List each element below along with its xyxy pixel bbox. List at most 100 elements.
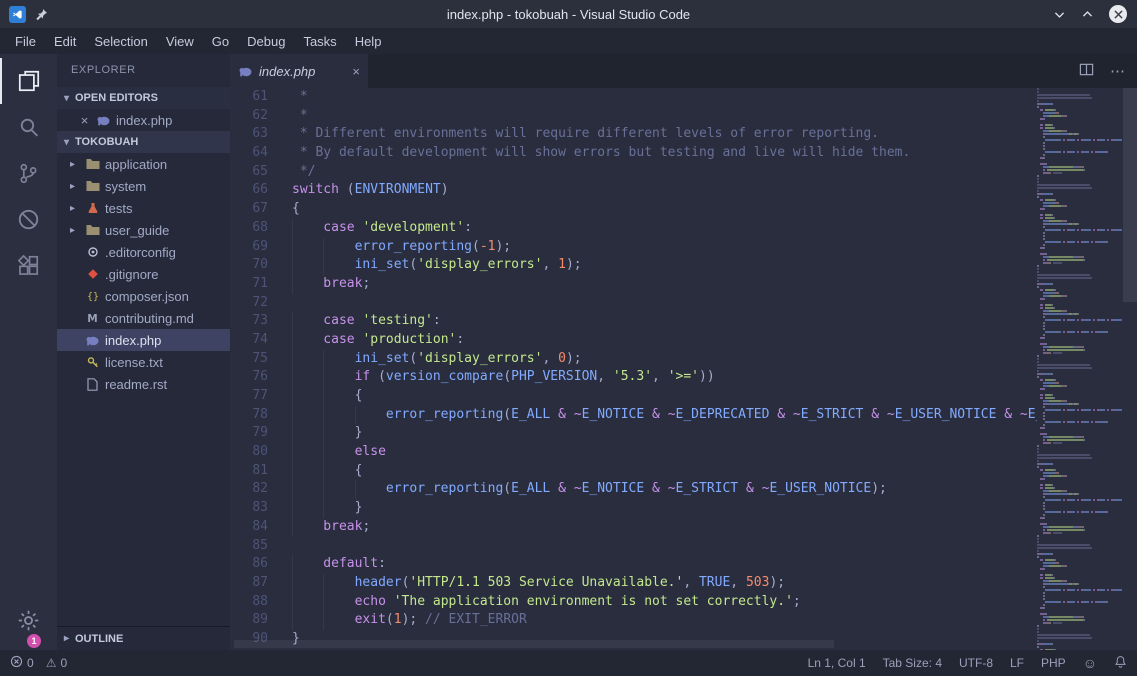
minimize-button[interactable] xyxy=(1053,8,1066,21)
outline-header[interactable]: ▸ OUTLINE xyxy=(57,626,230,650)
pin-icon[interactable] xyxy=(35,8,48,21)
code-line-64[interactable]: 64 * By default development will show er… xyxy=(230,144,1037,163)
code-line-61[interactable]: 61 * xyxy=(230,88,1037,107)
folder-item-system[interactable]: ▸system xyxy=(57,175,230,197)
file-item-.gitignore[interactable]: .gitignore xyxy=(57,263,230,285)
code-line-82[interactable]: 82 error_reporting(E_ALL & ~E_NOTICE & ~… xyxy=(230,480,1037,499)
code-editor[interactable]: 61 *62 *63 * Different environments will… xyxy=(230,88,1037,650)
code-line-62[interactable]: 62 * xyxy=(230,107,1037,126)
status-cursor-position[interactable]: Ln 1, Col 1 xyxy=(808,656,866,670)
code-line-72[interactable]: 72 xyxy=(230,294,1037,313)
file-item-index.php[interactable]: index.php xyxy=(57,329,230,351)
code-line-88[interactable]: 88 echo 'The application environment is … xyxy=(230,593,1037,612)
indent-guide xyxy=(323,574,354,593)
code-line-77[interactable]: 77 { xyxy=(230,387,1037,406)
problems-warnings[interactable]: ⚠ 0 xyxy=(46,656,67,670)
minimap-line xyxy=(1037,607,1123,609)
minimap-line xyxy=(1037,334,1123,336)
workspace-header[interactable]: ▾ TOKOBUAH xyxy=(57,131,230,153)
folder-item-application[interactable]: ▸application xyxy=(57,153,230,175)
code-line-73[interactable]: 73 case 'testing': xyxy=(230,312,1037,331)
maximize-button[interactable] xyxy=(1081,8,1094,21)
code-line-81[interactable]: 81 { xyxy=(230,462,1037,481)
tab-index-php[interactable]: index.php × xyxy=(230,54,368,88)
warning-count: 0 xyxy=(60,656,67,670)
more-actions-icon[interactable]: ⋯ xyxy=(1110,62,1125,80)
feedback-smiley-icon[interactable]: ☺ xyxy=(1083,655,1097,671)
code-line-87[interactable]: 87 header('HTTP/1.1 503 Service Unavaila… xyxy=(230,574,1037,593)
minimap-line xyxy=(1037,163,1123,165)
indent-guide xyxy=(292,219,323,238)
activity-explorer-icon[interactable] xyxy=(0,58,57,104)
minimap-line xyxy=(1037,427,1123,429)
status-encoding[interactable]: UTF-8 xyxy=(959,656,993,670)
status-eol[interactable]: LF xyxy=(1010,656,1024,670)
code-line-75[interactable]: 75 ini_set('display_errors', 0); xyxy=(230,350,1037,369)
minimap-line xyxy=(1037,433,1123,435)
vertical-scrollbar[interactable] xyxy=(1123,88,1137,302)
minimap-line xyxy=(1037,166,1123,168)
code-line-85[interactable]: 85 xyxy=(230,537,1037,556)
settings-gear-icon[interactable] xyxy=(0,600,57,640)
code-line-74[interactable]: 74 case 'production': xyxy=(230,331,1037,350)
indent-guide xyxy=(292,368,323,387)
menu-bar: FileEditSelectionViewGoDebugTasksHelp xyxy=(0,28,1137,54)
activity-search-icon[interactable] xyxy=(0,104,57,150)
code-line-63[interactable]: 63 * Different environments will require… xyxy=(230,125,1037,144)
minimap-line xyxy=(1037,208,1123,210)
minimap-line xyxy=(1037,277,1123,279)
code-line-68[interactable]: 68 case 'development': xyxy=(230,219,1037,238)
status-tab-size[interactable]: Tab Size: 4 xyxy=(883,656,942,670)
code-line-70[interactable]: 70 ini_set('display_errors', 1); xyxy=(230,256,1037,275)
line-number: 62 xyxy=(230,107,292,126)
minimap[interactable] xyxy=(1037,88,1123,650)
problems-errors[interactable]: 0 xyxy=(10,655,34,671)
folder-item-tests[interactable]: ▸tests xyxy=(57,197,230,219)
menu-edit[interactable]: Edit xyxy=(45,31,85,52)
open-editor-item-index.php[interactable]: ×index.php xyxy=(57,109,230,131)
menu-go[interactable]: Go xyxy=(203,31,238,52)
menu-debug[interactable]: Debug xyxy=(238,31,294,52)
activity-source-control-icon[interactable] xyxy=(0,150,57,196)
menu-view[interactable]: View xyxy=(157,31,203,52)
menu-file[interactable]: File xyxy=(6,31,45,52)
code-line-66[interactable]: 66switch (ENVIRONMENT) xyxy=(230,181,1037,200)
folder-icon xyxy=(85,158,100,170)
folder-item-user_guide[interactable]: ▸user_guide xyxy=(57,219,230,241)
code-line-78[interactable]: 78 error_reporting(E_ALL & ~E_NOTICE & ~… xyxy=(230,406,1037,425)
horizontal-scrollbar[interactable] xyxy=(234,640,834,648)
close-icon[interactable]: × xyxy=(78,113,91,128)
code-line-69[interactable]: 69 error_reporting(-1); xyxy=(230,238,1037,257)
close-button[interactable] xyxy=(1109,5,1127,23)
file-item-.editorconfig[interactable]: .editorconfig xyxy=(57,241,230,263)
code-line-76[interactable]: 76 if (version_compare(PHP_VERSION, '5.3… xyxy=(230,368,1037,387)
indent-guide xyxy=(323,387,354,406)
split-editor-icon[interactable] xyxy=(1079,62,1094,81)
file-item-license.txt[interactable]: license.txt xyxy=(57,351,230,373)
file-item-contributing.md[interactable]: Mcontributing.md xyxy=(57,307,230,329)
status-language[interactable]: PHP xyxy=(1041,656,1066,670)
activity-extensions-icon[interactable] xyxy=(0,242,57,288)
minimap-line xyxy=(1037,616,1123,618)
code-line-83[interactable]: 83 } xyxy=(230,499,1037,518)
file-item-composer.json[interactable]: {}composer.json xyxy=(57,285,230,307)
menu-help[interactable]: Help xyxy=(346,31,391,52)
minimap-line xyxy=(1037,481,1123,483)
code-line-84[interactable]: 84 break; xyxy=(230,518,1037,537)
menu-tasks[interactable]: Tasks xyxy=(294,31,345,52)
activity-debug-icon[interactable] xyxy=(0,196,57,242)
minimap-line xyxy=(1037,403,1123,405)
notifications-bell-icon[interactable] xyxy=(1114,655,1127,671)
tab-close-icon[interactable]: × xyxy=(352,64,360,79)
file-item-readme.rst[interactable]: readme.rst xyxy=(57,373,230,395)
code-line-67[interactable]: 67{ xyxy=(230,200,1037,219)
code-line-86[interactable]: 86 default: xyxy=(230,555,1037,574)
open-editors-header[interactable]: ▾ OPEN EDITORS xyxy=(57,87,230,109)
code-line-89[interactable]: 89 exit(1); // EXIT_ERROR xyxy=(230,611,1037,630)
code-line-65[interactable]: 65 */ xyxy=(230,163,1037,182)
code-line-80[interactable]: 80 else xyxy=(230,443,1037,462)
code-line-71[interactable]: 71 break; xyxy=(230,275,1037,294)
menu-selection[interactable]: Selection xyxy=(85,31,156,52)
code-line-79[interactable]: 79 } xyxy=(230,424,1037,443)
minimap-line xyxy=(1037,514,1123,516)
